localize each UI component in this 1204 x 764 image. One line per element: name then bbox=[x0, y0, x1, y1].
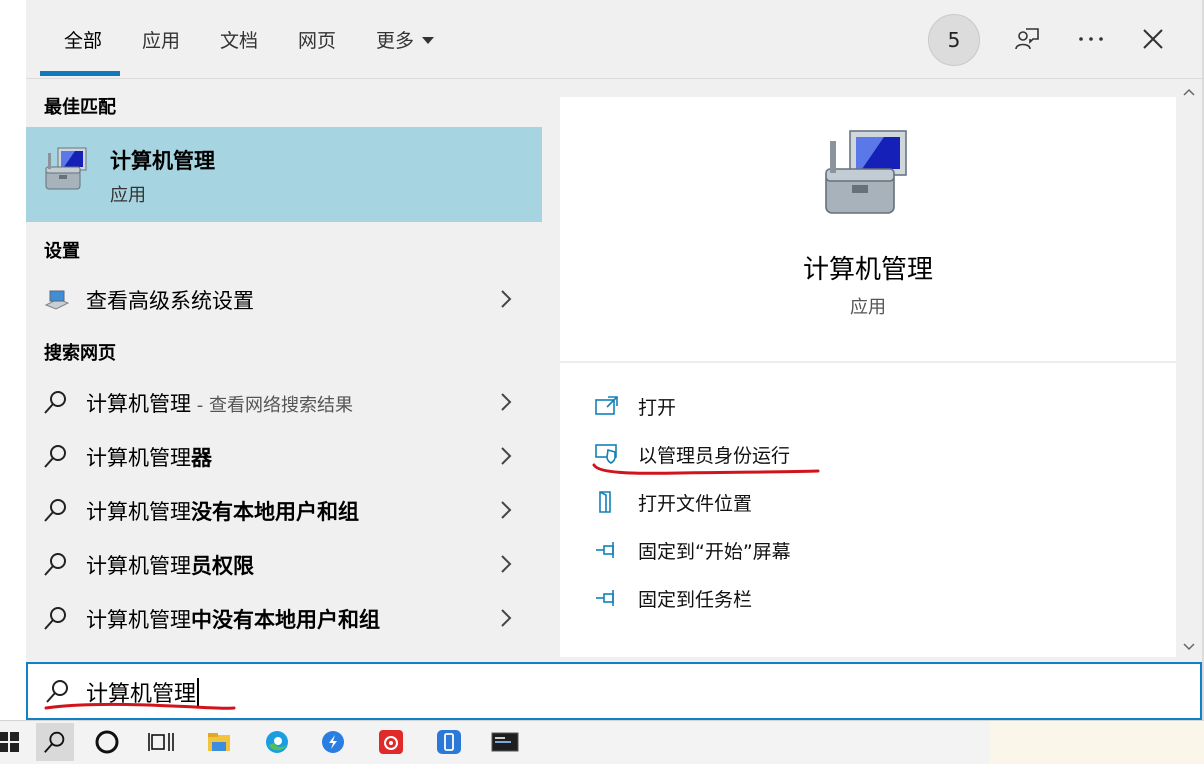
active-tab-indicator bbox=[40, 71, 120, 76]
cortana-icon[interactable] bbox=[92, 727, 122, 757]
taskbar bbox=[0, 720, 1204, 764]
search-window: 全部 应用 文档 网页 更多 5 最佳匹配 计算机管理 应用 设置 查看高级系统… bbox=[26, 0, 1202, 662]
action-open[interactable]: 打开 bbox=[594, 391, 676, 421]
computer-management-icon bbox=[818, 125, 918, 225]
pin-icon bbox=[596, 542, 614, 558]
app-blue-icon[interactable] bbox=[318, 727, 348, 757]
file-explorer-icon[interactable] bbox=[204, 727, 234, 757]
web-result-row[interactable]: 计算机管理中没有本地用户和组 bbox=[26, 592, 542, 644]
section-best-match: 最佳匹配 bbox=[44, 97, 116, 118]
search-icon bbox=[46, 680, 68, 703]
action-pin-to-taskbar[interactable]: 固定到任务栏 bbox=[594, 583, 752, 613]
detail-type: 应用 bbox=[850, 297, 886, 318]
netease-music-icon[interactable] bbox=[376, 727, 406, 757]
search-icon bbox=[42, 442, 70, 470]
feedback-icon[interactable] bbox=[1010, 22, 1044, 56]
chevron-right-icon[interactable] bbox=[496, 444, 516, 468]
section-web-search: 搜索网页 bbox=[44, 343, 116, 364]
edge-browser-icon[interactable] bbox=[262, 727, 292, 757]
more-options-icon[interactable] bbox=[1074, 22, 1108, 56]
search-bar[interactable]: 计算机管理 bbox=[26, 662, 1202, 720]
web-result-row[interactable]: 计算机管理员权限 bbox=[26, 538, 542, 590]
phone-app-icon[interactable] bbox=[434, 727, 464, 757]
scroll-down-icon[interactable] bbox=[1182, 642, 1196, 652]
results-list: 最佳匹配 计算机管理 应用 设置 查看高级系统设置 搜索网页 计算机管理 - 查… bbox=[26, 79, 542, 662]
scroll-up-icon[interactable] bbox=[1182, 87, 1196, 97]
chevron-right-icon[interactable] bbox=[496, 498, 516, 522]
windows-start-icon[interactable] bbox=[0, 727, 24, 757]
action-run-as-admin[interactable]: 以管理员身份运行 bbox=[594, 439, 790, 469]
chevron-right-icon[interactable] bbox=[496, 287, 516, 311]
section-settings: 设置 bbox=[44, 241, 80, 262]
tab-more[interactable]: 更多 bbox=[376, 0, 435, 78]
search-icon bbox=[42, 496, 70, 524]
web-result-text: 计算机管理没有本地用户和组 bbox=[86, 500, 359, 524]
best-match-item[interactable]: 计算机管理 应用 bbox=[26, 127, 542, 222]
taskbar-search-icon[interactable] bbox=[36, 723, 74, 761]
search-header: 全部 应用 文档 网页 更多 5 bbox=[26, 0, 1202, 79]
tab-apps[interactable]: 应用 bbox=[142, 0, 180, 78]
tab-documents[interactable]: 文档 bbox=[220, 0, 258, 78]
web-result-row[interactable]: 计算机管理 - 查看网络搜索结果 bbox=[26, 376, 542, 428]
web-result-row[interactable]: 计算机管理没有本地用户和组 bbox=[26, 484, 542, 536]
chevron-right-icon[interactable] bbox=[496, 390, 516, 414]
web-result-text: 计算机管理员权限 bbox=[86, 554, 254, 578]
web-result-text: 计算机管理 - 查看网络搜索结果 bbox=[86, 392, 353, 416]
task-view-icon[interactable] bbox=[146, 727, 176, 757]
web-result-text: 计算机管理中没有本地用户和组 bbox=[86, 608, 380, 632]
computer-management-icon bbox=[42, 145, 92, 195]
search-icon bbox=[42, 550, 70, 578]
chevron-down-icon bbox=[422, 36, 435, 44]
detail-pane: 计算机管理 应用 打开 以管理员身份运行 打开文件位置 固定到“开始”屏幕 固定… bbox=[560, 97, 1176, 657]
search-icon bbox=[42, 604, 70, 632]
close-icon[interactable] bbox=[1136, 22, 1170, 56]
text-cursor bbox=[197, 678, 200, 708]
desktop-background-left bbox=[0, 0, 27, 720]
best-match-title: 计算机管理 bbox=[110, 149, 215, 173]
file-location-icon bbox=[599, 491, 611, 513]
settings-item-label: 查看高级系统设置 bbox=[86, 289, 254, 313]
search-input[interactable]: 计算机管理 bbox=[86, 676, 200, 708]
detail-title: 计算机管理 bbox=[802, 255, 933, 285]
chevron-right-icon[interactable] bbox=[496, 552, 516, 576]
web-result-row[interactable]: 计算机管理器 bbox=[26, 430, 542, 482]
shield-icon bbox=[595, 444, 617, 464]
action-pin-to-start[interactable]: 固定到“开始”屏幕 bbox=[594, 535, 791, 565]
tab-web[interactable]: 网页 bbox=[298, 0, 336, 78]
action-open-file-location[interactable]: 打开文件位置 bbox=[594, 487, 752, 517]
tab-all[interactable]: 全部 bbox=[64, 0, 102, 78]
taskbar-tray-area bbox=[990, 721, 1204, 764]
pin-icon bbox=[596, 590, 614, 606]
settings-item[interactable]: 查看高级系统设置 bbox=[26, 273, 542, 325]
system-settings-icon bbox=[42, 285, 70, 313]
open-window-icon bbox=[595, 396, 618, 415]
terminal-icon[interactable] bbox=[490, 727, 520, 757]
rewards-badge[interactable]: 5 bbox=[928, 14, 980, 66]
chevron-right-icon[interactable] bbox=[496, 606, 516, 630]
web-result-text: 计算机管理器 bbox=[86, 446, 212, 470]
best-match-type: 应用 bbox=[110, 185, 146, 206]
detail-divider bbox=[560, 361, 1176, 363]
search-icon bbox=[42, 388, 70, 416]
scrollbar[interactable] bbox=[1176, 79, 1202, 662]
